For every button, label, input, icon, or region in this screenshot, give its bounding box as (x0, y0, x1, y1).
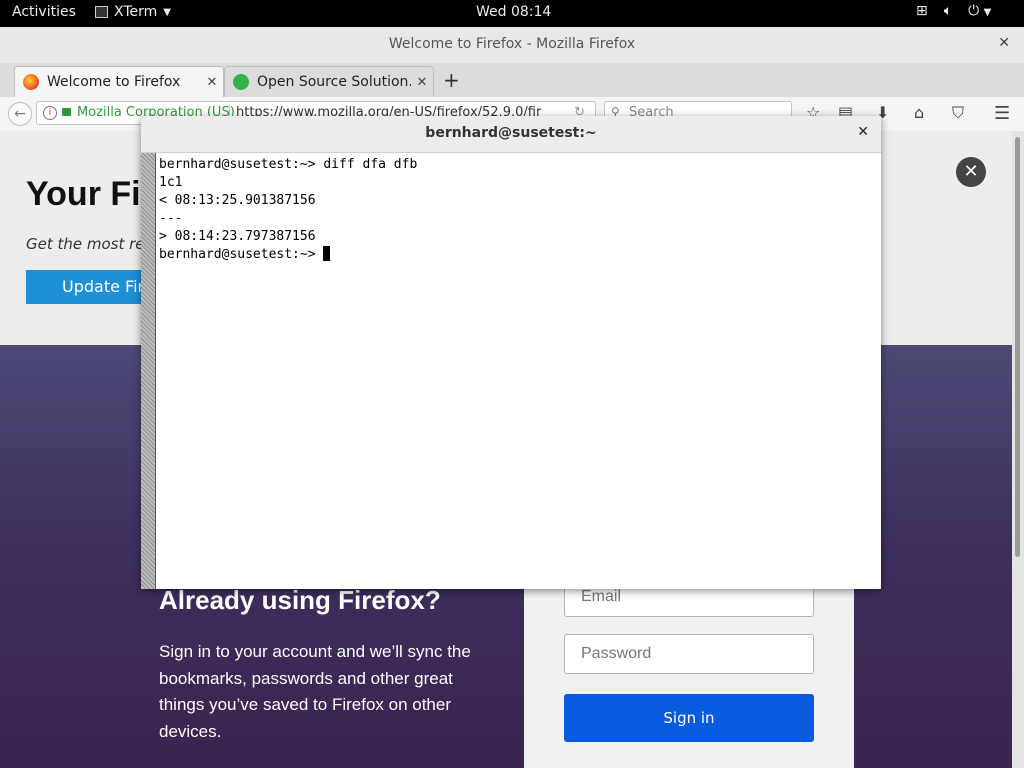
tab-label: Open Source Solution... (257, 74, 411, 90)
gnome-top-bar: Activities XTerm ▼ Wed 08:14 ⊞ 🔈︎ ⏻ ▼ (0, 0, 1024, 27)
terminal-line: < 08:13:25.901387156 (159, 193, 316, 208)
scrollbar-thumb[interactable] (1015, 137, 1020, 557)
new-tab-icon[interactable]: + (443, 68, 460, 92)
system-tray[interactable]: ⊞ 🔈︎ ⏻ ▼ (916, 3, 991, 19)
app-name: XTerm (114, 4, 158, 20)
suse-favicon-icon (233, 74, 249, 90)
terminal-line: bernhard@susetest:~> diff dfa dfb (159, 157, 418, 172)
sign-in-button[interactable]: Sign in (564, 694, 814, 742)
tab-welcome[interactable]: Welcome to Firefox ✕ (14, 66, 224, 97)
already-using-heading: Already using Firefox? (159, 585, 441, 615)
terminal-screen[interactable]: bernhard@susetest:~> diff dfa dfb 1c1 < 08… (159, 156, 877, 586)
lock-icon (62, 108, 71, 116)
back-arrow-icon[interactable]: ← (8, 102, 32, 126)
hamburger-menu-icon[interactable]: ☰ (994, 103, 1010, 124)
pocket-icon[interactable]: ⛉ (952, 103, 964, 123)
close-icon[interactable]: ✕ (998, 35, 1010, 51)
close-icon[interactable]: ✕ (956, 157, 986, 187)
app-menu[interactable]: XTerm ▼ (95, 4, 171, 20)
tab-strip: Welcome to Firefox ✕ Open Source Solutio… (0, 63, 1024, 97)
sync-description: Sign in to your account and we’ll sync t… (159, 642, 471, 741)
xterm-titlebar[interactable]: bernhard@susetest:~ ✕ (141, 116, 881, 153)
home-icon[interactable]: ⌂ (914, 103, 924, 122)
page-scrollbar[interactable] (1012, 131, 1024, 768)
network-icon: ⊞ (916, 3, 928, 19)
prompt-line: bernhard@susetest:~> (159, 246, 877, 264)
power-icon: ⏻ ▼ (968, 3, 992, 19)
chevron-down-icon: ▼ (163, 6, 171, 18)
xterm-title: bernhard@susetest:~ (425, 125, 597, 141)
close-icon[interactable]: ✕ (857, 124, 869, 140)
close-tab-icon[interactable]: ✕ (201, 75, 223, 90)
volume-icon: 🔈︎ (943, 3, 953, 19)
hero-title: Your Fi (26, 175, 141, 213)
window-title: Welcome to Firefox - Mozilla Firefox (388, 36, 636, 52)
terminal-line: > 08:14:23.797387156 (159, 229, 316, 244)
firefox-favicon-icon (23, 74, 39, 90)
terminal-line: --- (159, 211, 183, 226)
tab-label: Welcome to Firefox (47, 74, 181, 90)
clock[interactable]: Wed 08:14 (476, 4, 551, 20)
hero-subtitle: Get the most rec (26, 235, 153, 253)
terminal-icon (95, 6, 108, 18)
info-icon[interactable]: i (43, 106, 57, 120)
activities-button[interactable]: Activities (12, 4, 76, 20)
firefox-titlebar: Welcome to Firefox - Mozilla Firefox ✕ (0, 27, 1024, 64)
terminal-line: 1c1 (159, 175, 183, 190)
password-field[interactable]: Password (564, 634, 814, 674)
terminal-line: bernhard@susetest:~> (159, 247, 324, 262)
signin-form: Email Password Sign in (524, 577, 854, 768)
text-cursor (323, 246, 331, 261)
tab-open-source[interactable]: Open Source Solution... ✕ (224, 66, 434, 97)
xterm-window[interactable]: bernhard@susetest:~ ✕ bernhard@susetest:… (141, 116, 881, 589)
close-tab-icon[interactable]: ✕ (411, 75, 433, 90)
xterm-scrollbar[interactable] (141, 153, 156, 589)
